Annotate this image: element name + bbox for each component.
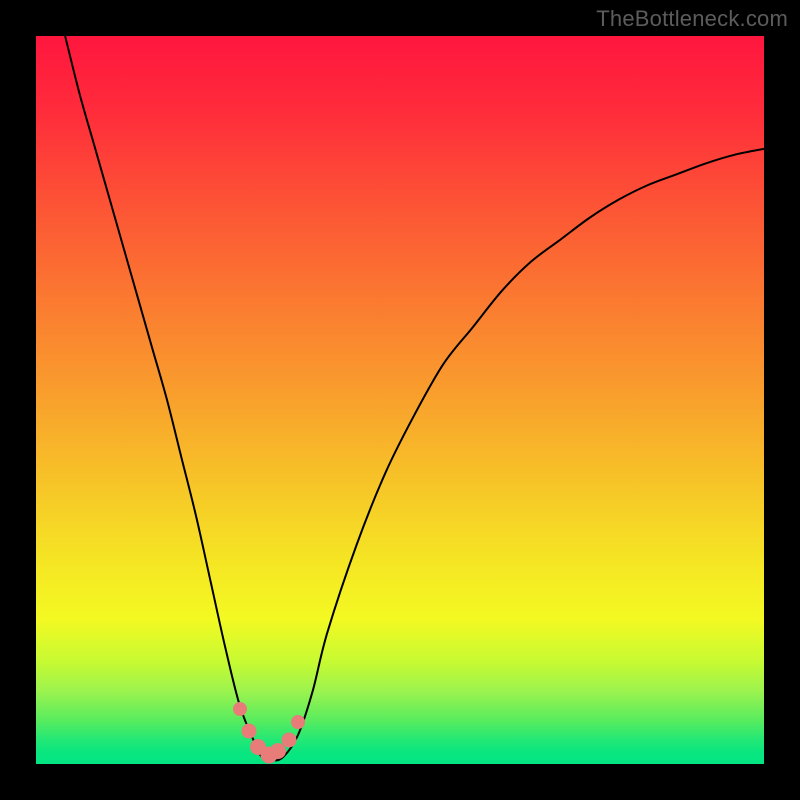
chart-frame: TheBottleneck.com [0, 0, 800, 800]
highlight-marker [241, 724, 256, 739]
plot-area [36, 36, 764, 764]
highlight-marker [291, 715, 305, 729]
highlight-marker [233, 702, 247, 716]
watermark-text: TheBottleneck.com [596, 6, 788, 32]
highlight-marker [282, 732, 297, 747]
bottleneck-curve [65, 36, 764, 760]
curve-layer [36, 36, 764, 764]
